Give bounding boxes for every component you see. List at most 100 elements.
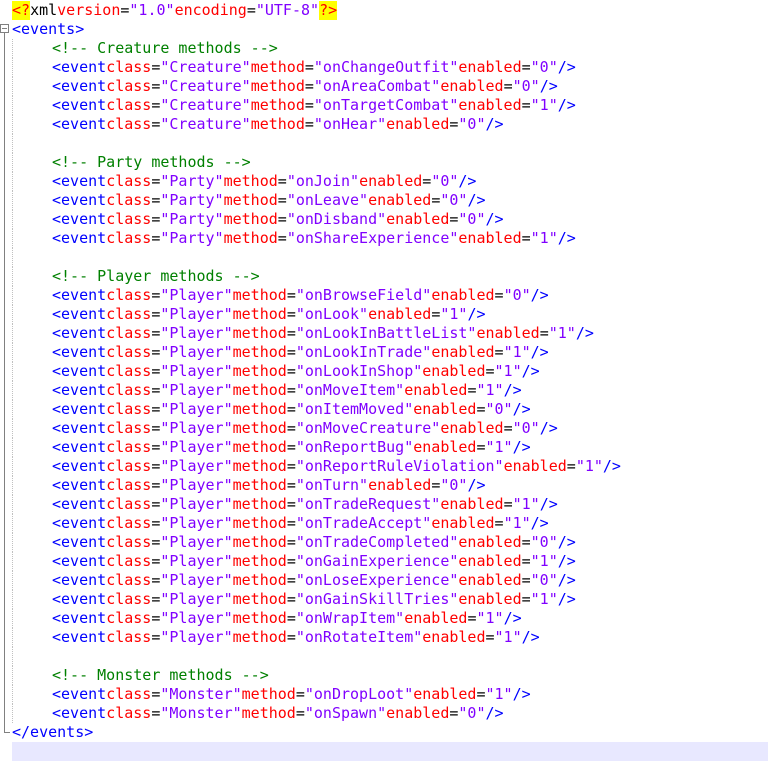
method-attr-name: method (241, 685, 296, 703)
enabled-attr-name: enabled (404, 609, 468, 627)
equals-sign: = (277, 229, 287, 247)
event-open-tag: <event (52, 685, 107, 703)
event-open-tag: <event (52, 571, 107, 589)
enabled-attr-name: enabled (440, 77, 504, 95)
event-line[interactable]: <event class = "Party" method = "onJoin" ena… (12, 172, 768, 191)
event-line[interactable]: <event class = "Player" method = "onBrowseFi… (12, 286, 768, 305)
enabled-attr-name: enabled (431, 514, 495, 532)
event-line[interactable]: <event class = "Player" method = "onItemMove… (12, 400, 768, 419)
event-line[interactable]: <event class = "Player" method = "onWrapItem… (12, 609, 768, 628)
event-line[interactable]: <event class = "Player" method = "onMoveCrea… (12, 419, 768, 438)
event-line[interactable]: <event class = "Player" method = "onGainExpe… (12, 552, 768, 571)
method-attr-name: method (250, 77, 305, 95)
method-attr-name: method (232, 305, 287, 323)
comment-line[interactable]: <!-- Player methods --> (12, 267, 768, 286)
code-lines[interactable]: <? xml version = "1.0" encoding = "UTF-8" ?> <e… (12, 1, 768, 761)
xml-editor[interactable]: <? xml version = "1.0" encoding = "UTF-8" ?> <e… (0, 0, 768, 766)
fold-toggle-events[interactable] (0, 24, 9, 33)
method-attr-value: "onBrowseField" (295, 286, 432, 304)
indent-guide (12, 153, 52, 172)
event-line[interactable]: <event class = "Player" method = "onLook" en… (12, 305, 768, 324)
event-line[interactable]: <event class = "Player" method = "onReportRu… (12, 457, 768, 476)
self-close-tag: /> (530, 286, 549, 304)
fold-margin[interactable] (0, 0, 11, 766)
event-open-tag: <event (52, 419, 107, 437)
current-line[interactable] (12, 742, 768, 761)
indent-guide (12, 628, 52, 647)
enabled-attr-name: enabled (440, 419, 504, 437)
method-attr-value: "onReportBug" (295, 438, 414, 456)
method-attr-name: method (232, 381, 287, 399)
indent-guide (12, 666, 52, 685)
enabled-attr-value: "1" (548, 324, 576, 342)
fold-guide-line (4, 33, 5, 732)
event-line[interactable]: <event class = "Creature" method = "onHear" … (12, 115, 768, 134)
method-attr-name: method (232, 438, 287, 456)
equals-sign: = (494, 286, 504, 304)
enabled-attr-name: enabled (368, 476, 432, 494)
equals-sign: = (286, 495, 296, 513)
event-line[interactable]: <event class = "Player" method = "onTradeAcc… (12, 514, 768, 533)
xml-declaration-line[interactable]: <? xml version = "1.0" encoding = "UTF-8" ?> (12, 1, 768, 20)
self-close-tag: /> (557, 229, 576, 247)
event-line[interactable]: <event class = "Creature" method = "onChange… (12, 58, 768, 77)
class-attr-name: class (106, 58, 152, 76)
event-line[interactable]: <event class = "Player" method = "onLoseExpe… (12, 571, 768, 590)
comment-line[interactable]: <!-- Party methods --> (12, 153, 768, 172)
indent-guide (12, 362, 52, 381)
event-line[interactable]: <event class = "Party" method = "onShareExpe… (12, 229, 768, 248)
enabled-attr-name: enabled (386, 210, 450, 228)
event-line[interactable]: <event class = "Creature" method = "onAreaCo… (12, 77, 768, 96)
equals-sign: = (286, 457, 296, 475)
method-attr-name: method (232, 286, 287, 304)
event-line[interactable]: <event class = "Player" method = "onReportBu… (12, 438, 768, 457)
event-line[interactable]: <event class = "Creature" method = "onTarget… (12, 96, 768, 115)
event-line[interactable]: <event class = "Player" method = "onLookInSh… (12, 362, 768, 381)
enabled-attr-name: enabled (431, 343, 495, 361)
event-open-tag: <event (52, 58, 107, 76)
blank-line[interactable] (12, 134, 768, 153)
class-attr-name: class (106, 115, 152, 133)
event-line[interactable]: <event class = "Player" method = "onTradeCom… (12, 533, 768, 552)
events-open-line[interactable]: <events> (12, 20, 768, 39)
comment-line[interactable]: <!-- Monster methods --> (12, 666, 768, 685)
indent-guide (12, 381, 52, 400)
blank-line[interactable] (12, 647, 768, 666)
equals-sign: = (286, 286, 296, 304)
event-line[interactable]: <event class = "Player" method = "onLookInBa… (12, 324, 768, 343)
enabled-attr-value: "0" (530, 58, 558, 76)
event-line[interactable]: <event class = "Player" method = "onLookInTr… (12, 343, 768, 362)
self-close-tag: /> (539, 419, 558, 437)
enabled-attr-value: "1" (512, 495, 540, 513)
method-attr-value: "onGainSkillTries" (295, 590, 459, 608)
events-close-line[interactable]: </events> (12, 723, 768, 742)
event-line[interactable]: <event class = "Player" method = "onRotateIt… (12, 628, 768, 647)
method-attr-name: method (250, 115, 305, 133)
class-attr-name: class (106, 305, 152, 323)
equals-sign: = (151, 419, 161, 437)
equals-sign: = (503, 77, 513, 95)
blank-line[interactable] (12, 248, 768, 267)
equals-sign: = (151, 457, 161, 475)
equals-sign: = (286, 628, 296, 646)
event-line[interactable]: <event class = "Party" method = "onDisband" … (12, 210, 768, 229)
equals-sign: = (286, 419, 296, 437)
comment-line[interactable]: <!-- Creature methods --> (12, 39, 768, 58)
method-attr-name: method (232, 324, 287, 342)
method-attr-value: "onReportRuleViolation" (295, 457, 504, 475)
event-line[interactable]: <event class = "Monster" method = "onDropLoo… (12, 685, 768, 704)
event-line[interactable]: <event class = "Player" method = "onGainSkil… (12, 590, 768, 609)
event-open-tag: <event (52, 210, 107, 228)
event-line[interactable]: <event class = "Player" method = "onMoveItem… (12, 381, 768, 400)
event-line[interactable]: <event class = "Party" method = "onLeave" en… (12, 191, 768, 210)
equals-sign: = (566, 457, 576, 475)
event-line[interactable]: <event class = "Player" method = "onTurn" en… (12, 476, 768, 495)
enabled-attr-value: "1" (530, 552, 558, 570)
class-attr-name: class (106, 400, 152, 418)
class-attr-value: "Player" (160, 495, 233, 513)
event-line[interactable]: <event class = "Monster" method = "onSpawn" … (12, 704, 768, 723)
events-open-tag: <events> (12, 20, 85, 38)
enabled-attr-value: "1" (494, 628, 522, 646)
event-line[interactable]: <event class = "Player" method = "onTradeReq… (12, 495, 768, 514)
self-close-tag: /> (485, 210, 504, 228)
